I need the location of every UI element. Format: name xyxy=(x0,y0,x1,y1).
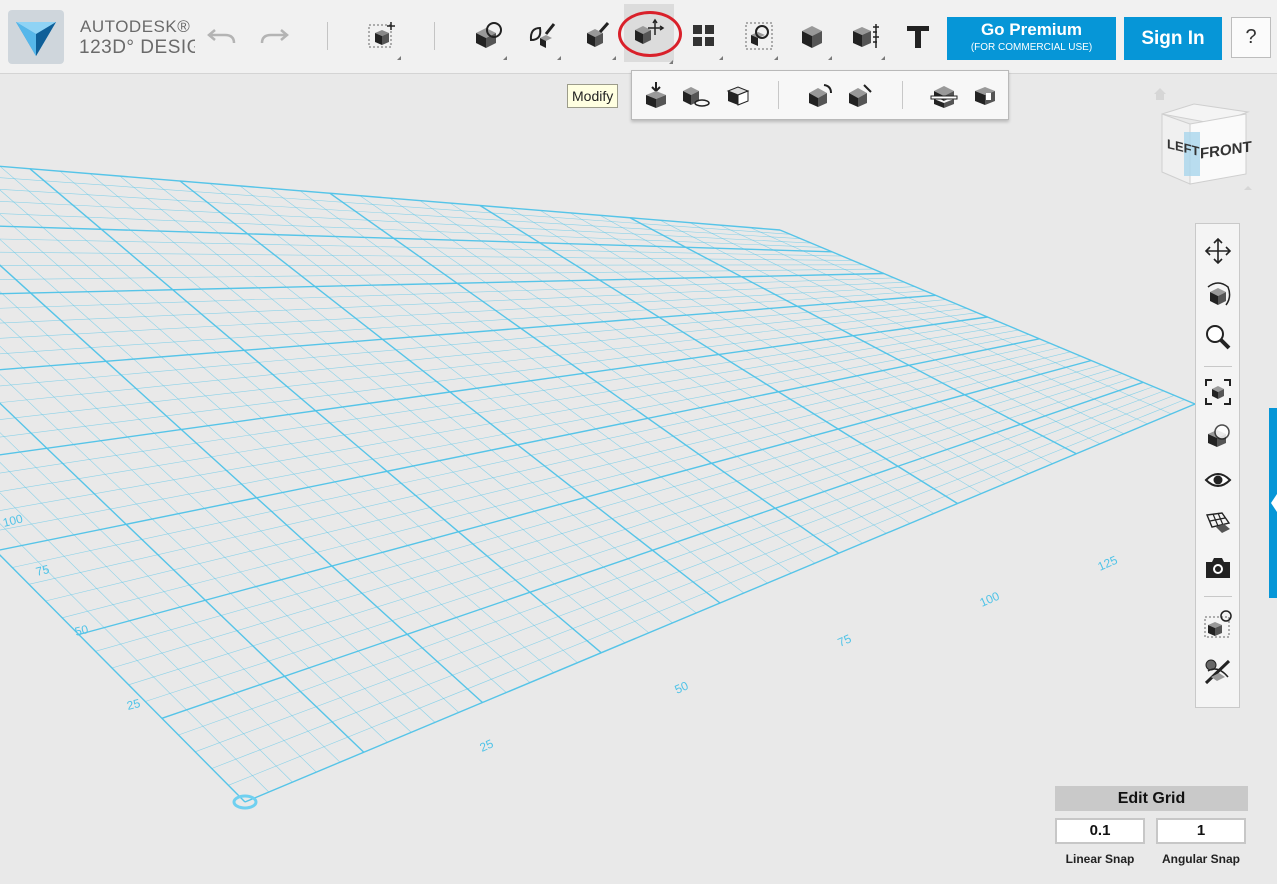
group-icon[interactable] xyxy=(684,14,724,60)
grid-axis-label: 75 xyxy=(836,631,854,649)
grid-line xyxy=(0,281,905,324)
grid-axis-label: 25 xyxy=(125,696,142,713)
chamfer-icon[interactable] xyxy=(844,79,876,111)
grid-line xyxy=(779,229,1196,405)
grid-line xyxy=(0,338,1040,551)
construct-icon[interactable] xyxy=(522,14,562,60)
grid-line xyxy=(629,217,1077,455)
grid-line xyxy=(0,334,1030,531)
orbit-icon[interactable] xyxy=(1201,277,1235,311)
grid-axis-label: 50 xyxy=(673,678,691,696)
highlight-ring xyxy=(618,11,682,57)
modify-tooltip: Modify xyxy=(567,84,619,108)
grid-axis-label: 75 xyxy=(34,562,51,579)
modify-submenu xyxy=(631,70,1009,120)
snap-icon[interactable] xyxy=(898,14,938,58)
viewcube[interactable]: LEFT FRONT xyxy=(1150,86,1260,196)
toolbar-divider xyxy=(434,22,435,50)
toolbar-divider xyxy=(327,22,328,50)
redo-icon[interactable] xyxy=(254,14,294,58)
top-toolbar: AUTODESK® 123D° DESIGN xyxy=(0,0,1277,74)
grid-line xyxy=(0,325,1009,492)
add-primitive-icon[interactable] xyxy=(362,14,402,60)
shell-icon[interactable] xyxy=(969,79,1001,111)
grid-line xyxy=(329,192,840,554)
fit-icon[interactable] xyxy=(1201,375,1235,409)
tweak-icon[interactable] xyxy=(680,79,712,111)
linear-snap-field[interactable]: 0.1 xyxy=(1055,818,1145,844)
grid-line xyxy=(0,303,957,403)
edit-grid-button[interactable]: Edit Grid xyxy=(1055,786,1248,811)
3d-viewport[interactable]: 25 50 75 100 25 50 75 100 125 xyxy=(0,74,1277,879)
grid-line xyxy=(0,294,936,371)
visibility-icon[interactable] xyxy=(1201,463,1235,497)
press-pull-icon[interactable] xyxy=(640,79,672,111)
grid-axis-label: 50 xyxy=(73,622,90,639)
physical-material-icon[interactable] xyxy=(1201,655,1235,689)
sketch-icon[interactable] xyxy=(468,14,508,60)
grid-line xyxy=(0,308,967,420)
combine-icon[interactable] xyxy=(739,14,779,60)
grid-line xyxy=(0,238,843,257)
split-solid-icon[interactable] xyxy=(928,79,960,111)
views-icon[interactable] xyxy=(1201,419,1235,453)
go-premium-label: Go Premium xyxy=(980,20,1083,39)
zoom-icon[interactable] xyxy=(1201,320,1235,354)
product-name: 123D° DESIGN xyxy=(79,37,195,58)
go-premium-sublabel: (FOR COMMERCIAL USE) xyxy=(970,42,1093,53)
navigation-bar xyxy=(1195,223,1240,708)
grid-axis-label: 100 xyxy=(1,511,24,530)
help-button[interactable]: ? xyxy=(1231,17,1271,58)
grid-axis-label: 125 xyxy=(1096,553,1120,574)
material-grid-icon[interactable] xyxy=(1201,506,1235,540)
grid-plane: 25 50 75 100 25 50 75 100 125 xyxy=(0,165,1196,810)
grid-line xyxy=(0,316,988,456)
angular-snap-label: Angular Snap xyxy=(1161,852,1240,866)
brand-name: AUTODESK® xyxy=(80,17,191,36)
undo-icon[interactable] xyxy=(202,14,242,58)
grid-axis-label: 100 xyxy=(978,589,1002,610)
sign-in-button[interactable]: Sign In xyxy=(1124,17,1222,60)
camera-icon[interactable] xyxy=(1201,551,1235,585)
grid-line xyxy=(0,200,812,244)
go-premium-button[interactable]: Go Premium (FOR COMMERCIAL USE) xyxy=(947,17,1116,60)
expand-panel-icon[interactable] xyxy=(1271,494,1277,512)
text-icon[interactable] xyxy=(846,14,886,60)
home-icon[interactable] xyxy=(1154,88,1166,100)
measure-icon[interactable] xyxy=(793,14,833,60)
grid-axis-label: 25 xyxy=(478,736,496,754)
pattern-icon[interactable] xyxy=(577,14,617,60)
grid-line xyxy=(0,268,874,280)
pan-icon[interactable] xyxy=(1201,234,1235,268)
angular-snap-field[interactable]: 1 xyxy=(1156,818,1246,844)
grid-line xyxy=(0,225,832,253)
snap-select-icon[interactable] xyxy=(1201,607,1235,641)
fillet-icon[interactable] xyxy=(804,79,836,111)
app-logo[interactable] xyxy=(8,10,64,64)
grid-line xyxy=(0,165,781,231)
linear-snap-label: Linear Snap xyxy=(1065,852,1135,866)
split-face-icon[interactable] xyxy=(722,79,754,111)
